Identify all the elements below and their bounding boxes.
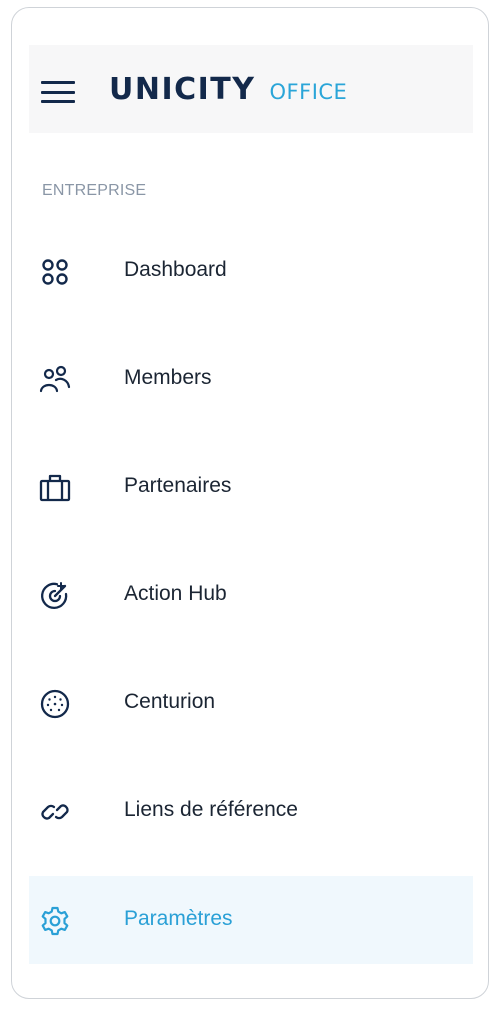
- sidebar-item-label: Dashboard: [124, 258, 227, 281]
- sidebar-item-parametres[interactable]: Paramètres: [29, 876, 473, 964]
- section-label-entreprise: ENTREPRISE: [42, 182, 147, 199]
- sidebar-item-label: Action Hub: [124, 582, 227, 605]
- sidebar-item-label: Members: [124, 366, 212, 389]
- link-icon: [39, 796, 71, 828]
- dashboard-grid-icon: [39, 256, 71, 288]
- sidebar-item-label: Liens de référence: [124, 798, 298, 821]
- brand-product: OFFICE: [269, 80, 348, 104]
- hamburger-menu-icon[interactable]: [41, 81, 75, 103]
- target-icon: [39, 580, 71, 612]
- centurion-icon: [39, 688, 71, 720]
- members-icon: [39, 364, 71, 396]
- briefcase-icon: [39, 472, 71, 504]
- sidebar-item-action-hub[interactable]: Action Hub: [29, 551, 473, 639]
- brand-name: UNICITY: [109, 72, 256, 107]
- sidebar-header: UNICITY OFFICE: [29, 45, 473, 133]
- sidebar-item-partenaires[interactable]: Partenaires: [29, 443, 473, 531]
- sidebar-item-label: Centurion: [124, 690, 216, 713]
- sidebar-item-centurion[interactable]: Centurion: [29, 659, 473, 747]
- sidebar-item-label: Paramètres: [124, 907, 233, 930]
- sidebar-item-label: Partenaires: [124, 474, 232, 497]
- gear-icon: [39, 905, 71, 937]
- sidebar-panel: UNICITY OFFICE ENTREPRISE Dashboard Memb…: [11, 7, 489, 999]
- sidebar-item-dashboard[interactable]: Dashboard: [29, 227, 473, 315]
- sidebar-item-members[interactable]: Members: [29, 335, 473, 423]
- sidebar-item-liens-de-reference[interactable]: Liens de référence: [29, 767, 473, 855]
- brand-logo[interactable]: UNICITY OFFICE: [109, 75, 347, 107]
